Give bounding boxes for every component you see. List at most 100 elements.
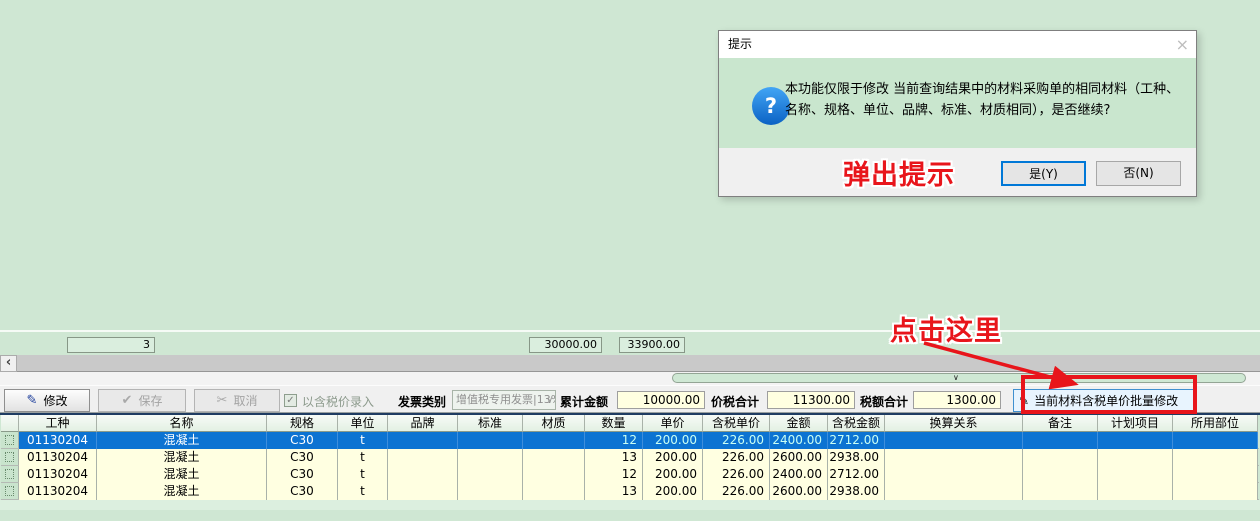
cell-spec: C30 xyxy=(267,483,338,500)
scissors-icon: ✂ xyxy=(217,393,228,408)
cancel-button-label: 取消 xyxy=(233,392,257,409)
cell-gongzhong: 01130204 xyxy=(19,483,97,500)
cell-used-part xyxy=(1173,466,1258,483)
row-selector-dots xyxy=(5,469,14,479)
cell-used-part xyxy=(1173,483,1258,500)
cell-name: 混凝土 xyxy=(97,466,267,483)
scroll-left-button[interactable]: ‹ xyxy=(0,355,17,372)
amount-total-field: 30000.00 xyxy=(529,337,602,353)
close-icon[interactable]: × xyxy=(1176,33,1189,57)
cell-brand xyxy=(388,466,458,483)
modify-button[interactable]: ✎ 修改 xyxy=(4,389,90,412)
cell-unit-price-with-tax: 226.00 xyxy=(703,432,770,449)
row-selector-dots xyxy=(5,435,14,445)
invoice-type-value: 增值税专用发票|13% xyxy=(456,393,556,406)
table-row[interactable]: 01130204 混凝土 C30 t 12 200.00 226.00 2400… xyxy=(1,466,1259,483)
price-tax-total-label: 价税合计 xyxy=(711,393,759,410)
app-window: { "colors": { "page_bg": "#cfe7d3", "dia… xyxy=(0,0,1260,521)
column-header[interactable]: 单位 xyxy=(338,415,388,432)
cell-used-part xyxy=(1173,432,1258,449)
cell-note xyxy=(1023,483,1098,500)
column-header[interactable]: 计划项目 xyxy=(1098,415,1173,432)
cancel-button[interactable]: ✂ 取消 xyxy=(194,389,280,412)
column-header[interactable]: 备注 xyxy=(1023,415,1098,432)
cell-unit-price-with-tax: 226.00 xyxy=(703,466,770,483)
row-selector[interactable] xyxy=(1,432,19,448)
cumulative-amount-label: 累计金额 xyxy=(560,393,608,410)
cell-quantity: 12 xyxy=(585,466,643,483)
table-header-row: 工种 名称 规格 单位 品牌 标准 材质 数量 单价 含税单价 金额 含税金额 … xyxy=(1,415,1259,432)
checkmark-icon: ✓ xyxy=(286,395,294,406)
cell-material xyxy=(523,449,585,466)
pen-icon: ✎ xyxy=(27,393,38,408)
table-row[interactable]: 01130204 混凝土 C30 t 12 200.00 226.00 2400… xyxy=(1,432,1259,449)
cell-unit-price-with-tax: 226.00 xyxy=(703,449,770,466)
column-header[interactable]: 含税金额 xyxy=(828,415,885,432)
row-selector[interactable] xyxy=(1,483,19,499)
cell-amount: 2600.00 xyxy=(770,449,828,466)
cell-unit: t xyxy=(338,483,388,500)
price-tax-total-field[interactable]: 11300.00 xyxy=(767,391,855,409)
cell-unit: t xyxy=(338,432,388,449)
row-selector-dots xyxy=(5,486,14,496)
save-button-label: 保存 xyxy=(138,392,162,409)
dialog-message: 本功能仅限于修改 当前查询结果中的材料采购单的相同材料（工种、名称、规格、单位、… xyxy=(785,79,1189,121)
cell-name: 混凝土 xyxy=(97,449,267,466)
cell-amount-with-tax: 2712.00 xyxy=(828,432,885,449)
dialog-title: 提示 xyxy=(719,31,1196,58)
column-header[interactable]: 数量 xyxy=(585,415,643,432)
cell-brand xyxy=(388,483,458,500)
cell-material xyxy=(523,466,585,483)
cell-plan-item xyxy=(1098,432,1173,449)
column-header[interactable]: 单价 xyxy=(643,415,703,432)
save-button[interactable]: ✔ 保存 xyxy=(98,389,186,412)
cell-brand xyxy=(388,432,458,449)
tax-total-label: 税额合计 xyxy=(860,393,908,410)
cell-quantity: 13 xyxy=(585,449,643,466)
column-header[interactable]: 所用部位 xyxy=(1173,415,1258,432)
column-header[interactable]: 换算关系 xyxy=(885,415,1023,432)
column-header[interactable]: 规格 xyxy=(267,415,338,432)
cell-spec: C30 xyxy=(267,432,338,449)
cell-standard xyxy=(458,483,523,500)
yes-button[interactable]: 是(Y) xyxy=(1001,161,1086,186)
column-header[interactable]: 材质 xyxy=(523,415,585,432)
column-header[interactable]: 工种 xyxy=(19,415,97,432)
cell-unit-price: 200.00 xyxy=(643,466,703,483)
row-selector[interactable] xyxy=(1,449,19,465)
tax-entry-checkbox[interactable]: ✓ xyxy=(284,394,297,407)
cell-spec: C30 xyxy=(267,449,338,466)
scroll-left-icon: ‹ xyxy=(6,355,11,370)
cell-unit-price: 200.00 xyxy=(643,449,703,466)
prompt-dialog: 提示 × ? 本功能仅限于修改 当前查询结果中的材料采购单的相同材料（工种、名称… xyxy=(718,30,1197,197)
cell-standard xyxy=(458,449,523,466)
column-header[interactable]: 金额 xyxy=(770,415,828,432)
save-icon: ✔ xyxy=(122,393,133,408)
cell-plan-item xyxy=(1098,449,1173,466)
no-button[interactable]: 否(N) xyxy=(1096,161,1181,186)
chevron-down-icon: ∨ xyxy=(546,392,553,410)
table-row[interactable]: 01130204 混凝土 C30 t 13 200.00 226.00 2600… xyxy=(1,449,1259,466)
column-header[interactable]: 标准 xyxy=(458,415,523,432)
row-selector[interactable] xyxy=(1,466,19,482)
column-header[interactable]: 品牌 xyxy=(388,415,458,432)
row-selector-header xyxy=(1,415,19,432)
cell-amount: 2400.00 xyxy=(770,432,828,449)
cell-conversion xyxy=(885,483,1023,500)
dialog-body: ? 本功能仅限于修改 当前查询结果中的材料采购单的相同材料（工种、名称、规格、单… xyxy=(719,58,1196,148)
invoice-type-dropdown[interactable]: 增值税专用发票|13% ∨ xyxy=(452,390,556,410)
table-row[interactable]: 01130204 混凝土 C30 t 13 200.00 226.00 2600… xyxy=(1,483,1259,500)
cell-conversion xyxy=(885,432,1023,449)
cell-conversion xyxy=(885,449,1023,466)
cell-unit-price: 200.00 xyxy=(643,483,703,500)
row-selector-dots xyxy=(5,452,14,462)
cell-note xyxy=(1023,432,1098,449)
cell-gongzhong: 01130204 xyxy=(19,432,97,449)
column-header[interactable]: 含税单价 xyxy=(703,415,770,432)
cell-name: 混凝土 xyxy=(97,432,267,449)
cumulative-amount-field[interactable]: 10000.00 xyxy=(617,391,705,409)
column-header[interactable]: 名称 xyxy=(97,415,267,432)
record-count-field: 3 xyxy=(67,337,155,353)
dialog-button-bar: 是(Y) 否(N) xyxy=(719,148,1196,196)
cell-note xyxy=(1023,466,1098,483)
